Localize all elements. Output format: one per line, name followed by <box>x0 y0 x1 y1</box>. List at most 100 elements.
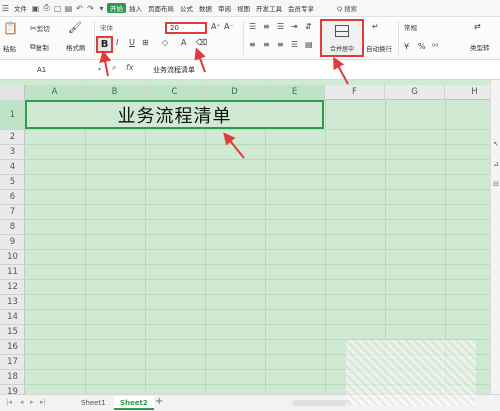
first-sheet-icon[interactable]: |◂ <box>6 398 12 406</box>
sidebar-attribute-icon[interactable]: ⊿ <box>492 160 500 168</box>
font-size-input[interactable]: 20 <box>165 22 207 34</box>
redo-icon[interactable]: ↷ <box>85 3 96 14</box>
tab-sheet2[interactable]: Sheet2 <box>114 396 154 410</box>
tab-developer[interactable]: 开发工具 <box>253 3 285 13</box>
column-header-a[interactable]: A <box>25 85 85 100</box>
row-header-18[interactable]: 18 <box>0 370 25 385</box>
horizontal-scrollbar[interactable] <box>292 400 352 406</box>
column-header-e[interactable]: E <box>265 85 325 100</box>
format-painter-button[interactable]: 格式刷 <box>66 42 86 52</box>
align-middle-icon[interactable]: ≡ <box>263 22 270 31</box>
currency-icon[interactable]: ¥ <box>404 42 409 51</box>
formula-input[interactable]: 业务流程清单 <box>153 63 195 77</box>
tab-data[interactable]: 数据 <box>196 3 215 13</box>
italic-icon[interactable]: I <box>116 38 118 47</box>
type-convert-icon[interactable]: ⇄ <box>474 22 481 31</box>
row-header-4[interactable]: 4 <box>0 160 25 175</box>
underline-icon[interactable]: U <box>129 38 135 47</box>
row-header-5[interactable]: 5 <box>0 175 25 190</box>
row-header-7[interactable]: 7 <box>0 205 25 220</box>
thousands-icon[interactable]: ⁰⁰ <box>432 42 438 51</box>
copy-button[interactable]: ⧉ 复制 <box>30 42 49 52</box>
column-header-d[interactable]: D <box>205 85 265 100</box>
menu-icon[interactable]: ☰ <box>0 3 11 14</box>
number-format-select[interactable]: 常规 <box>404 22 444 32</box>
row-header-3[interactable]: 3 <box>0 145 25 160</box>
row-header-14[interactable]: 14 <box>0 310 25 325</box>
cut-button[interactable]: ✂ 剪切 <box>30 23 50 34</box>
last-sheet-icon[interactable]: ▸| <box>40 398 46 406</box>
align-left-icon[interactable]: ≡ <box>249 40 256 49</box>
tab-member[interactable]: 会员专享 <box>285 3 317 13</box>
font-grow-icon[interactable]: A⁺ <box>211 22 221 31</box>
justify-icon[interactable]: ☰ <box>291 40 298 49</box>
align-right-icon[interactable]: ≡ <box>277 40 284 49</box>
text-direction-icon[interactable]: ⇵ <box>305 22 312 31</box>
column-header-f[interactable]: F <box>325 85 385 100</box>
bold-button[interactable]: B <box>96 36 113 53</box>
undo-icon[interactable]: ↶ <box>74 3 85 14</box>
border-icon[interactable]: ⊞ <box>142 38 149 47</box>
add-sheet-button[interactable]: + <box>155 396 163 407</box>
prev-sheet-icon[interactable]: ◂ <box>20 398 24 406</box>
dropdown-icon[interactable]: ▾ <box>96 3 107 14</box>
font-shrink-icon[interactable]: A⁻ <box>224 22 234 31</box>
row-header-10[interactable]: 10 <box>0 250 25 265</box>
tab-view[interactable]: 视图 <box>234 3 253 13</box>
indent-icon[interactable]: ⇥ <box>291 22 298 31</box>
search-box[interactable]: Q 搜索 <box>337 3 357 13</box>
wrap-text-icon[interactable]: ↵ <box>372 22 379 31</box>
row-header-13[interactable]: 13 <box>0 295 25 310</box>
percent-icon[interactable]: % <box>418 42 426 51</box>
cell-reference: A1 <box>37 66 47 74</box>
row-header-1[interactable]: 1 <box>0 100 25 130</box>
name-box[interactable]: A1 ▾ <box>3 63 103 77</box>
tab-insert[interactable]: 插入 <box>126 3 145 13</box>
tab-page-layout[interactable]: 页面布局 <box>145 3 177 13</box>
export-icon[interactable]: ▤ <box>63 3 74 14</box>
tab-sheet1[interactable]: Sheet1 <box>75 396 112 410</box>
align-top-icon[interactable]: ☰ <box>249 22 256 31</box>
tab-review[interactable]: 审阅 <box>215 3 234 13</box>
type-convert-button[interactable]: 类型转 <box>470 42 490 52</box>
paste-icon[interactable]: 📋 <box>3 21 18 35</box>
merge-center-button[interactable]: 合并居中 <box>320 19 364 57</box>
preview-icon[interactable]: ▢ <box>52 3 63 14</box>
sidebar-list-icon[interactable]: ⊟ <box>492 180 500 188</box>
tab-formula[interactable]: 公式 <box>177 3 196 13</box>
zoom-icon[interactable]: ⌕ <box>112 63 116 73</box>
row-header-11[interactable]: 11 <box>0 265 25 280</box>
next-sheet-icon[interactable]: ▸ <box>30 398 34 406</box>
chevron-down-icon[interactable]: ▾ <box>98 63 101 77</box>
tab-home[interactable]: 开始 <box>107 3 126 13</box>
sidebar-pointer-icon[interactable]: ↖ <box>492 140 500 148</box>
format-painter-icon[interactable]: 🖌 <box>68 21 82 34</box>
row-header-9[interactable]: 9 <box>0 235 25 250</box>
column-header-g[interactable]: G <box>385 85 445 100</box>
clear-format-icon[interactable]: ⌫ <box>196 38 207 47</box>
align-bottom-icon[interactable]: ☰ <box>277 22 284 31</box>
align-center-icon[interactable]: ≡ <box>263 40 270 49</box>
print-icon[interactable]: ⎙ <box>41 3 52 14</box>
fx-icon[interactable]: fx <box>126 63 134 72</box>
paste-button[interactable]: 粘贴 <box>3 43 16 53</box>
row-header-2[interactable]: 2 <box>0 130 25 145</box>
font-name-select[interactable]: 宋体 <box>100 22 158 34</box>
column-header-b[interactable]: B <box>85 85 145 100</box>
merged-cell-a1-e1[interactable]: 业务流程清单 <box>25 100 324 129</box>
wrap-text-button[interactable]: 自动换行 <box>366 43 392 53</box>
fill-color-icon[interactable]: ◇ <box>162 38 168 47</box>
save-icon[interactable]: ▣ <box>30 3 41 14</box>
distributed-icon[interactable]: ▤ <box>305 40 313 49</box>
column-header-c[interactable]: C <box>145 85 205 100</box>
row-header-17[interactable]: 17 <box>0 355 25 370</box>
row-header-8[interactable]: 8 <box>0 220 25 235</box>
row-header-15[interactable]: 15 <box>0 325 25 340</box>
row-header-16[interactable]: 16 <box>0 340 25 355</box>
select-all-corner[interactable] <box>0 85 25 100</box>
row-header-19[interactable]: 19 <box>0 385 25 394</box>
font-color-icon[interactable]: A <box>181 38 186 47</box>
row-header-6[interactable]: 6 <box>0 190 25 205</box>
file-menu[interactable]: 文件 <box>11 3 30 13</box>
row-header-12[interactable]: 12 <box>0 280 25 295</box>
